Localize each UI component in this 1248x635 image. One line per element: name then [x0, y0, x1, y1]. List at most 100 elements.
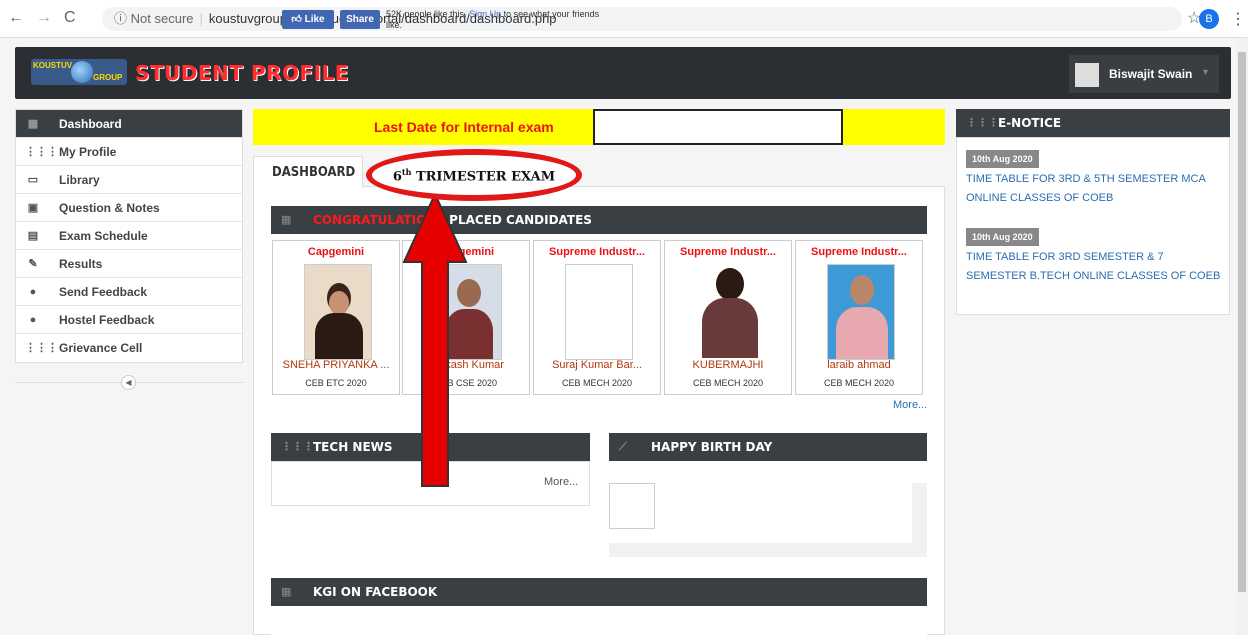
annotation-label: TRIMESTER EXAM: [411, 169, 556, 185]
birthday-scrollbar-horizontal[interactable]: [609, 543, 927, 557]
grid-icon: ⋮⋮⋮: [966, 116, 999, 129]
chat-icon: ●: [29, 286, 37, 298]
sidebar-item-results[interactable]: ✎ Results: [16, 250, 242, 278]
page-scrollbar[interactable]: [1236, 38, 1248, 635]
back-arrow-icon[interactable]: ←: [8, 9, 24, 27]
chart-icon: ⟋: [619, 440, 627, 453]
candidate-company: Supreme Industr...: [811, 246, 907, 258]
tab-dashboard[interactable]: DASHBOARD: [253, 156, 363, 188]
account-avatar[interactable]: B: [1199, 9, 1219, 29]
facebook-share-button[interactable]: Share: [340, 10, 380, 29]
notice-link[interactable]: TIME TABLE FOR 3RD SEMESTER & 7 SEMESTER…: [966, 248, 1224, 286]
scrollbar-thumb[interactable]: [1238, 52, 1246, 592]
candidate-name: Suraj Kumar Bar...: [552, 359, 642, 371]
birthday-scrollbar-vertical[interactable]: [912, 483, 927, 543]
red-arrow-annotation: [402, 191, 468, 487]
sidebar-item-label: Question & Notes: [59, 201, 160, 215]
info-icon[interactable]: ⓘ: [114, 11, 127, 26]
address-bar[interactable]: ⓘ Not secure | koustuvgroup.ac.in/student-…: [102, 7, 1182, 31]
browser-toolbar: ← → C ⓘ Not secure | koustuvgroup.ac.in/st…: [0, 0, 1248, 38]
calendar-icon: ▤: [27, 230, 39, 242]
notice-date-badge: 10th Aug 2020: [966, 150, 1039, 168]
sidebar-item-label: My Profile: [59, 145, 117, 159]
candidate-branch: CEB MECH 2020: [823, 378, 895, 388]
tech-news-more-link[interactable]: More...: [544, 476, 578, 488]
like-count-text: 52K people like this.: [386, 9, 467, 19]
laptop-icon: ▭: [27, 174, 39, 186]
candidate-card[interactable]: Supreme Industr... laraib ahmad CEB MECH…: [795, 240, 923, 395]
site-header: KOUSTUV GROUP STUDENT PROFILE Biswajit S…: [15, 47, 1231, 99]
user-avatar: [1075, 63, 1099, 87]
sidebar-item-label: Hostel Feedback: [59, 313, 155, 327]
thumbs-up-icon: 👍︎: [291, 14, 302, 25]
notice-date-badge: 10th Aug 2020: [966, 228, 1039, 246]
facebook-like-text: 52K people like this. Sign Up to see wha…: [386, 9, 606, 31]
sidebar-item-exam-schedule[interactable]: ▤ Exam Schedule: [16, 222, 242, 250]
sidebar-item-send-feedback[interactable]: ● Send Feedback: [16, 278, 242, 306]
candidate-company: Supreme Industr...: [680, 246, 776, 258]
sidebar-item-question-notes[interactable]: ▣ Question & Notes: [16, 194, 242, 222]
annotation-suffix: th: [401, 167, 412, 177]
placed-more-link[interactable]: More...: [893, 399, 927, 411]
candidate-branch: CEB ETC 2020: [305, 378, 367, 388]
koustuv-logo[interactable]: KOUSTUV GROUP: [31, 59, 127, 85]
monitor-icon: ▣: [27, 202, 39, 214]
logo-text-bottom: GROUP: [93, 73, 123, 82]
notice-marquee: Last Date for Internal exam: [253, 109, 945, 145]
list-icon: ▦: [281, 213, 292, 226]
enotice-header: ⋮⋮⋮ E-NOTICE: [956, 109, 1230, 137]
browser-menu-icon[interactable]: ⋮: [1230, 9, 1246, 29]
facebook-like-button[interactable]: 👍︎ Like: [282, 10, 334, 29]
sidebar-item-library[interactable]: ▭ Library: [16, 166, 242, 194]
sidebar-collapse: ◀: [15, 372, 243, 392]
sidebar-item-dashboard[interactable]: ▦ Dashboard: [16, 110, 242, 138]
birthday-header: ⟋ HAPPY BIRTH DAY: [609, 433, 927, 461]
chevron-down-icon: ▾: [1203, 67, 1209, 78]
exam-annotation-text: 6th TRIMESTER EXAM: [372, 167, 576, 184]
enotice-body: 10th Aug 2020 TIME TABLE FOR 3RD & 5TH S…: [956, 137, 1230, 315]
candidate-branch: CEB MECH 2020: [692, 378, 764, 388]
candidate-name: KUBERMAJHI: [692, 359, 764, 371]
logo-text-top: KOUSTUV: [33, 61, 73, 70]
facebook-signup-link[interactable]: Sign Up: [469, 9, 501, 19]
pencil-icon: ✎: [28, 258, 38, 270]
user-menu[interactable]: Biswajit Swain ▾: [1069, 55, 1219, 93]
marquee-text: Last Date for Internal exam: [374, 119, 554, 135]
candidate-photo: [304, 264, 372, 360]
brand-title: STUDENT PROFILE: [135, 61, 349, 85]
candidate-card[interactable]: Supreme Industr... KUBERMAJHI CEB MECH 2…: [664, 240, 792, 395]
globe-icon: [71, 61, 93, 83]
forward-arrow-icon[interactable]: →: [36, 9, 52, 27]
candidate-company: Capgemini: [307, 246, 365, 258]
sidebar-item-label: Send Feedback: [59, 285, 148, 299]
enotice-title: E-NOTICE: [998, 116, 1062, 130]
sidebar-nav: ▦ Dashboard ⋮⋮⋮ My Profile ▭ Library ▣ Quest…: [15, 109, 243, 363]
grid-icon: ⋮⋮⋮: [281, 440, 314, 453]
candidate-card[interactable]: Capgemini SNEHA PRIYANKA ... CEB ETC 202…: [272, 240, 400, 395]
sidebar-item-hostel-feedback[interactable]: ● Hostel Feedback: [16, 306, 242, 334]
candidate-name: SNEHA PRIYANKA ...: [282, 359, 390, 371]
collapse-left-icon[interactable]: ◀: [121, 375, 136, 390]
facebook-title: KGI ON FACEBOOK: [313, 585, 438, 599]
tech-news-title: TECH NEWS: [313, 440, 393, 454]
broken-image-icon: [565, 264, 633, 360]
candidate-company: Supreme Industr...: [549, 246, 645, 258]
birthday-title: HAPPY BIRTH DAY: [651, 440, 773, 454]
list-icon: ▦: [281, 585, 292, 598]
sidebar-item-grievance-cell[interactable]: ⋮⋮⋮ Grievance Cell: [16, 334, 242, 362]
sidebar-item-my-profile[interactable]: ⋮⋮⋮ My Profile: [16, 138, 242, 166]
annotation-number: 6: [392, 169, 402, 185]
exam-annotation-oval: 6th TRIMESTER EXAM: [366, 149, 582, 201]
grid-icon: ⋮⋮⋮: [25, 342, 58, 354]
candidate-name: laraib ahmad: [827, 359, 891, 371]
candidate-photo: [827, 264, 895, 360]
candidate-card[interactable]: Supreme Industr... Suraj Kumar Bar... CE…: [533, 240, 661, 395]
placed-candidates-header: ▦ CONGRATULATIONS PLACED CANDIDATES: [271, 206, 927, 234]
dashboard-icon: ▦: [27, 118, 39, 130]
broken-image-icon: [609, 483, 655, 529]
reload-icon[interactable]: C: [64, 9, 76, 27]
notice-link[interactable]: TIME TABLE FOR 3RD & 5TH SEMESTER MCA ON…: [966, 170, 1224, 208]
placed-title: PLACED CANDIDATES: [449, 213, 592, 227]
share-label: Share: [346, 14, 374, 25]
sidebar-item-label: Grievance Cell: [59, 341, 143, 355]
